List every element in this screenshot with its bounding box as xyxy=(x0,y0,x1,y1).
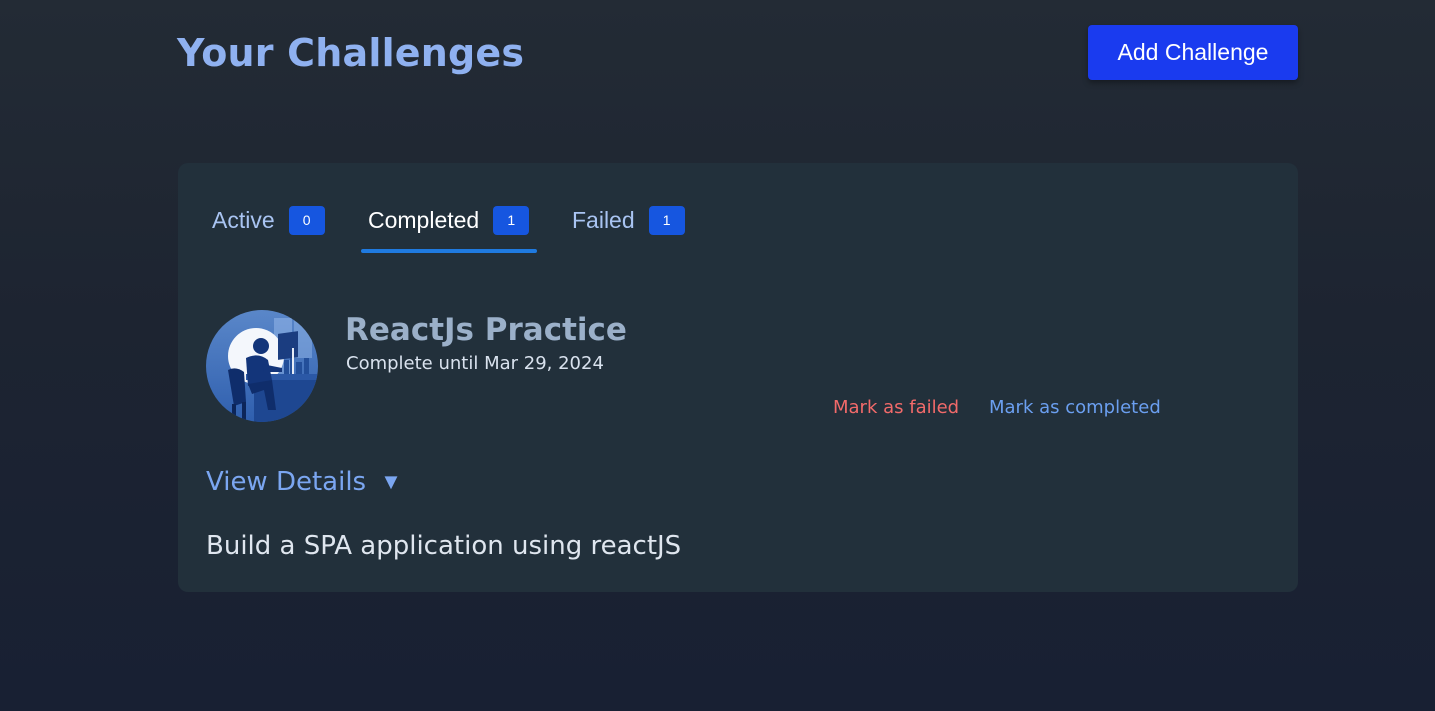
mark-as-failed-button[interactable]: Mark as failed xyxy=(833,397,959,418)
view-details-label: View Details xyxy=(206,467,367,497)
person-at-computer-illustration-icon xyxy=(206,310,318,422)
tab-label: Active xyxy=(212,206,275,233)
add-challenge-button[interactable]: Add Challenge xyxy=(1088,25,1298,80)
tab-active[interactable]: Active 0 xyxy=(212,203,325,237)
tab-count-badge: 1 xyxy=(648,205,685,235)
tab-count-badge: 1 xyxy=(493,205,530,235)
challenge-deadline: Complete until Mar 29, 2024 xyxy=(346,353,604,374)
challenge-image xyxy=(206,310,318,422)
challenge-tabs: Active 0 Completed 1 Failed 1 xyxy=(178,163,1298,263)
tab-failed[interactable]: Failed 1 xyxy=(572,203,685,237)
tab-count-badge: 0 xyxy=(288,205,325,235)
mark-as-completed-button[interactable]: Mark as completed xyxy=(989,397,1161,418)
tab-label: Completed xyxy=(368,206,480,233)
challenge-title: ReactJs Practice xyxy=(345,312,627,348)
tab-label: Failed xyxy=(572,206,635,233)
challenges-panel: Active 0 Completed 1 Failed 1 ReactJs Pr… xyxy=(178,163,1298,592)
view-details-toggle[interactable]: View Details ▼ xyxy=(206,467,402,497)
page-title: Your Challenges xyxy=(177,31,525,75)
tab-completed[interactable]: Completed 1 xyxy=(368,203,530,237)
challenge-description: Build a SPA application using reactJS xyxy=(206,531,682,561)
triangle-down-icon: ▼ xyxy=(380,469,402,494)
selected-tab-indicator xyxy=(361,249,537,253)
